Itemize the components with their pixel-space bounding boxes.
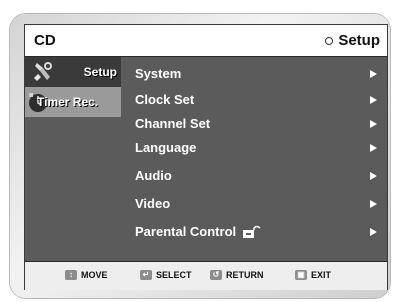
- hint-exit: ▣ EXIT: [295, 270, 331, 280]
- chevron-right-icon: [370, 144, 377, 152]
- sidebar-item-label: Setup: [83, 65, 117, 79]
- mode-indicator: Setup: [325, 32, 380, 49]
- setup-menu: System Clock Set Channel Set Language Au…: [121, 57, 387, 261]
- menu-item-label: Channel Set: [135, 116, 211, 131]
- menu-item-system[interactable]: System: [121, 63, 387, 85]
- hint-select: ↵ SELECT: [140, 270, 192, 280]
- sidebar-item-setup[interactable]: Setup: [25, 57, 121, 87]
- gear-icon: [34, 62, 52, 81]
- title-bar: CD Setup: [25, 25, 387, 57]
- menu-item-label: Clock Set: [135, 92, 195, 107]
- return-icon: ↺: [210, 270, 222, 280]
- chevron-right-icon: [370, 200, 377, 208]
- menu-item-label-wrap: Parental Control: [135, 224, 262, 239]
- hint-move: ↕ MOVE: [65, 270, 108, 280]
- menu-item-video[interactable]: Video: [121, 193, 387, 215]
- sidebar: Setup Timer Rec.: [25, 57, 121, 261]
- hint-label: RETURN: [226, 270, 264, 280]
- sidebar-item-label: Timer Rec.: [37, 95, 99, 109]
- menu-item-language[interactable]: Language: [121, 137, 387, 159]
- hint-label: SELECT: [156, 270, 192, 280]
- enter-icon: ↵: [140, 270, 152, 280]
- chevron-right-icon: [370, 172, 377, 180]
- menu-item-label: Video: [135, 196, 171, 211]
- exit-icon: ▣: [295, 270, 307, 280]
- sidebar-item-timer-rec[interactable]: Timer Rec.: [25, 87, 121, 117]
- lock-icon: [243, 225, 261, 238]
- chevron-right-icon: [370, 120, 377, 128]
- osd-screen: CD Setup Setup Timer Rec. System Clock S…: [24, 24, 388, 290]
- source-title: CD: [34, 32, 56, 49]
- circle-icon: [325, 36, 334, 45]
- hint-return: ↺ RETURN: [210, 270, 264, 280]
- menu-item-label: Audio: [135, 168, 172, 183]
- menu-item-clock-set[interactable]: Clock Set: [121, 89, 387, 111]
- menu-item-parental-control[interactable]: Parental Control: [121, 221, 387, 243]
- menu-item-channel-set[interactable]: Channel Set: [121, 113, 387, 135]
- menu-item-audio[interactable]: Audio: [121, 165, 387, 187]
- chevron-right-icon: [370, 96, 377, 104]
- footer-hints: ↕ MOVE ↵ SELECT ↺ RETURN ▣ EXIT: [25, 261, 387, 290]
- menu-item-label: System: [135, 66, 182, 81]
- hint-label: EXIT: [311, 270, 332, 280]
- menu-item-label: Parental Control: [135, 224, 237, 239]
- mode-label: Setup: [338, 32, 380, 49]
- chevron-right-icon: [370, 70, 377, 78]
- updown-icon: ↕: [65, 270, 77, 280]
- menu-item-label: Language: [135, 140, 197, 155]
- hint-label: MOVE: [81, 270, 108, 280]
- chevron-right-icon: [370, 228, 377, 236]
